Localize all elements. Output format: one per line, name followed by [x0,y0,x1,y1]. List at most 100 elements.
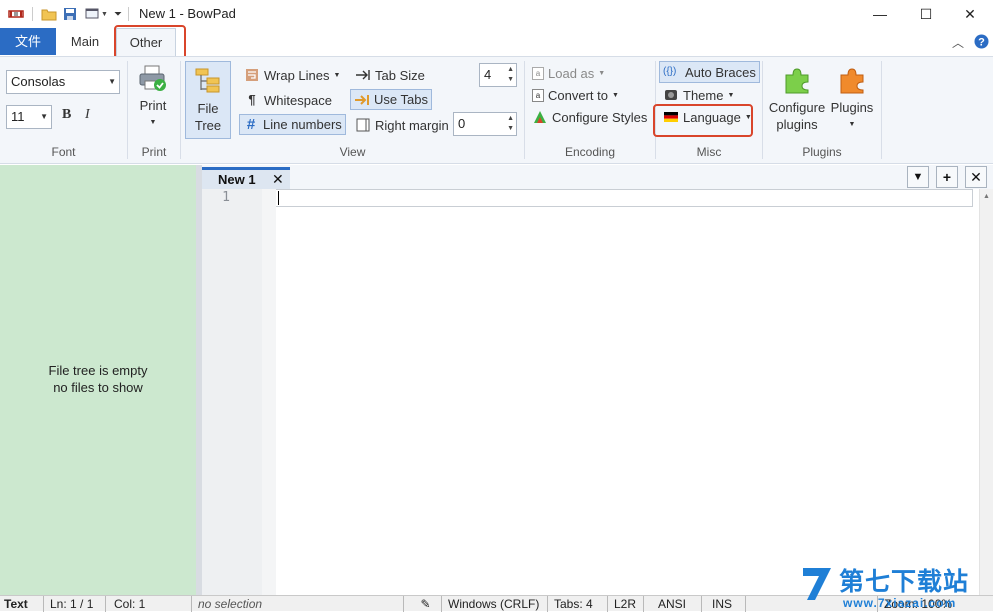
configure-plugins-line1: Configure [768,100,826,115]
quick-access-toolbar: ▼ ⏷ [8,5,129,23]
chevron-down-icon: ▼ [727,91,735,99]
encoding-group-label: Encoding [564,145,616,159]
theme-button[interactable]: Theme ▼ [663,85,734,105]
text-caret [278,191,279,205]
theme-icon [665,90,677,100]
convert-to-label: Convert to [548,87,608,103]
bold-button[interactable]: B [62,107,71,123]
status-encoding[interactable]: ANSI [646,596,702,612]
minimize-button[interactable]: — [857,0,903,28]
italic-button[interactable]: I [85,107,90,123]
use-tabs-button[interactable]: Use Tabs [350,89,432,110]
open-folder-icon[interactable] [41,7,57,21]
watermark: 第七下载站 www.7xiazai.com [797,560,993,611]
pilcrow-icon: ¶ [248,92,256,107]
chevron-down-icon: ▼ [333,71,341,79]
fold-margin[interactable] [262,189,276,595]
help-icon[interactable]: ? [974,34,989,49]
right-margin-spinner[interactable]: 0 ▲ ▼ [453,112,517,136]
file-tree-empty-line2: no files to show [53,380,143,395]
right-margin-icon [356,118,370,132]
file-tree-icon [195,68,220,93]
customize-qa-chevron-icon[interactable]: ⏷ [114,9,122,20]
configure-plugins-line2: plugins [776,117,818,132]
chevron-down-icon: ▼ [611,91,619,99]
close-button[interactable]: ✕ [947,0,993,28]
close-tab-button[interactable]: ✕ [965,166,987,188]
maximize-button[interactable]: ☐ [903,0,949,28]
configure-styles-icon [534,111,546,123]
tab-size-icon [356,70,370,80]
chevron-down-icon: ▼ [598,69,606,77]
font-name-value: Consolas [11,74,66,89]
file-tree-empty-line1: File tree is empty [48,363,148,378]
load-as-button[interactable]: a Load as ▼ [532,63,605,83]
file-tree-panel[interactable]: File tree is empty no files to show [0,165,196,595]
watermark-text: 第七下载站 [839,567,970,596]
spinner-arrows-icon[interactable]: ▲ ▼ [507,114,514,134]
spinner-arrows-icon[interactable]: ▲ ▼ [507,65,514,85]
tab-size-spinner[interactable]: 4 ▲ ▼ [479,63,517,87]
view-group-label: View [339,145,366,159]
puzzle-green-icon [785,68,809,94]
file-tree-empty-message: File tree is empty no files to show [0,362,196,396]
status-pen-icon[interactable]: ✎ [406,596,442,612]
convert-to-button[interactable]: a Convert to ▼ [532,85,619,105]
scroll-up-icon[interactable]: ▲ [983,193,990,200]
plugins-group-label: Plugins [802,145,842,159]
tab-size-label-button: Tab Size [353,65,427,85]
ribbon: Consolas ▼ 11 ▼ B I Font Print ▼ Print F… [0,56,993,164]
status-eol[interactable]: Windows (CRLF) [444,596,548,612]
window-menu-icon[interactable] [85,8,99,20]
window-title: New 1 - BowPad [139,6,236,21]
hash-icon: # [246,115,256,133]
save-icon[interactable] [63,7,77,21]
status-direction[interactable]: L2R [610,596,644,612]
file-tree-label-line2: Tree [194,118,222,133]
wrap-lines-button[interactable]: Wrap Lines ▼ [241,65,343,85]
theme-label: Theme [683,87,724,103]
status-lexer[interactable]: Text [0,596,44,612]
font-size-combo[interactable]: 11 ▼ [6,105,52,129]
file-tree-button[interactable]: File Tree [185,61,231,139]
vertical-scrollbar[interactable]: ▲ [979,189,993,595]
chevron-down-icon: ▼ [40,112,48,121]
print-button[interactable]: Print ▼ [133,65,173,131]
status-column[interactable]: Col: 1 [108,596,192,612]
use-tabs-label: Use Tabs [374,92,428,107]
line-numbers-button[interactable]: # Line numbers [239,114,346,135]
watermark-url: www.7xiazai.com [843,596,957,610]
tab-main[interactable]: Main [60,28,110,55]
new-tab-button[interactable]: + [936,166,958,188]
wrap-lines-label: Wrap Lines [264,67,330,83]
status-line[interactable]: Ln: 1 / 1 [46,596,106,612]
load-as-label: Load as [548,65,595,81]
line-numbers-label: Line numbers [263,117,342,132]
right-margin-label-button: Right margin [353,115,451,135]
plugins-button[interactable]: Plugins ▼ [829,65,875,133]
tab-file[interactable]: 文件 [0,28,56,55]
configure-styles-label: Configure Styles [552,109,648,125]
whitespace-button[interactable]: ¶ Whitespace [241,90,335,110]
configure-styles-button[interactable]: Configure Styles [532,107,647,127]
font-name-combo[interactable]: Consolas ▼ [6,70,120,94]
auto-braces-button[interactable]: ({}) Auto Braces [659,61,760,83]
current-line-highlight [276,189,973,207]
collapse-ribbon-icon[interactable]: ︿ [952,34,964,51]
font-size-value: 11 [11,109,25,124]
window-menu-chevron-icon[interactable]: ▼ [101,11,108,18]
ribbon-tab-strip: 文件 Main Other ︿ ? [0,25,993,62]
status-insert-mode[interactable]: INS [704,596,746,612]
tab-list-button[interactable]: ▼ [907,166,929,188]
document-tab[interactable]: New 1 ✕ [202,167,290,189]
line-number: 1 [222,190,230,205]
file-tree-label-line1: File [197,101,219,116]
document-tab-close-icon[interactable]: ✕ [272,170,284,189]
chevron-down-icon: ▼ [848,121,856,128]
configure-plugins-button[interactable]: Configure plugins [766,65,828,133]
bowpad-app-icon [8,10,24,18]
svg-text:?: ? [978,37,985,49]
status-tabs[interactable]: Tabs: 4 [550,596,608,612]
qa-separator [32,7,33,21]
editor-text-area[interactable] [276,189,979,595]
